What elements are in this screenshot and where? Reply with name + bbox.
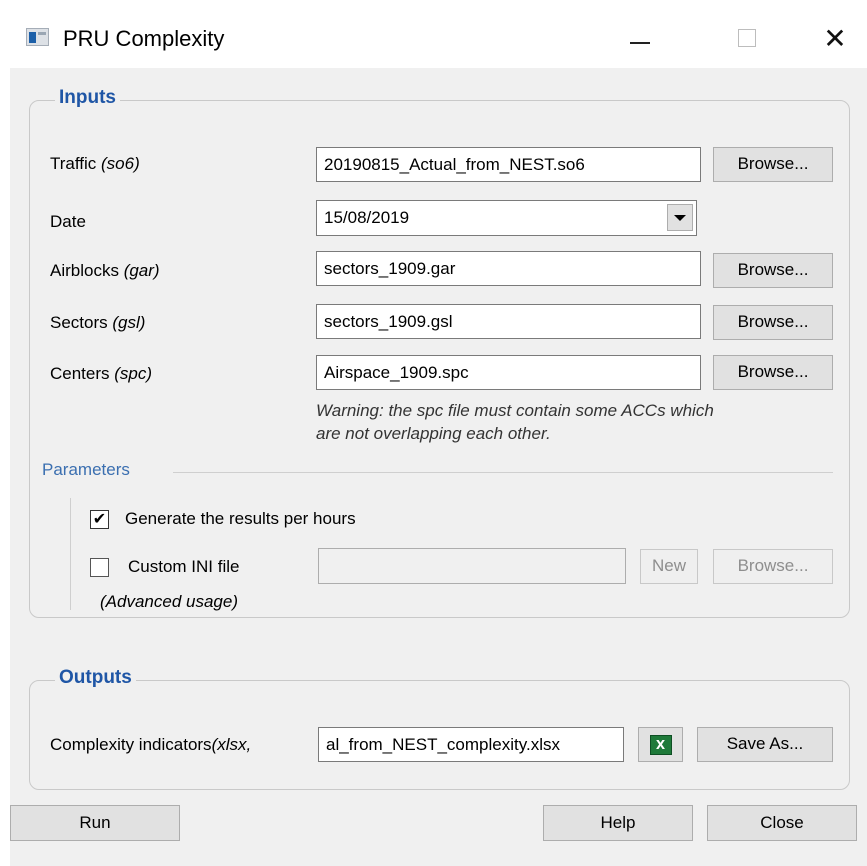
close-window-button[interactable]: ✕ bbox=[805, 14, 865, 62]
ini-browse-button[interactable]: Browse... bbox=[713, 549, 833, 584]
save-as-button[interactable]: Save As... bbox=[697, 727, 833, 762]
close-icon: ✕ bbox=[823, 22, 847, 54]
new-ini-button[interactable]: New bbox=[640, 549, 698, 584]
maximize-icon bbox=[738, 29, 756, 47]
inputs-legend: Inputs bbox=[55, 87, 120, 109]
airblocks-file-input[interactable]: sectors_1909.gar bbox=[316, 251, 701, 286]
date-value: 15/08/2019 bbox=[324, 208, 410, 227]
complexity-output-input[interactable]: al_from_NEST_complexity.xlsx bbox=[318, 727, 624, 762]
sectors-label: Sectors (gsl) bbox=[50, 313, 145, 333]
centers-label-text: Centers bbox=[50, 364, 115, 383]
warning-line-2: are not overlapping each other. bbox=[316, 424, 551, 443]
traffic-ext: (so6) bbox=[101, 154, 140, 173]
centers-file-input[interactable]: Airspace_1909.spc bbox=[316, 355, 701, 390]
sectors-file-input[interactable]: sectors_1909.gsl bbox=[316, 304, 701, 339]
airblocks-browse-button[interactable]: Browse... bbox=[713, 253, 833, 288]
custom-ini-input[interactable] bbox=[318, 548, 626, 584]
title-bar: PRU Complexity ✕ bbox=[0, 0, 867, 62]
airblocks-ext: (gar) bbox=[123, 261, 160, 280]
spc-warning: Warning: the spc file must contain some … bbox=[316, 399, 836, 445]
complexity-label: Complexity indicators(xlsx, bbox=[50, 735, 251, 755]
date-picker[interactable]: 15/08/2019 bbox=[316, 200, 697, 236]
outputs-legend: Outputs bbox=[55, 667, 136, 689]
custom-ini-label[interactable]: Custom INI file bbox=[128, 557, 239, 577]
minimize-icon bbox=[630, 42, 650, 44]
parameters-divider bbox=[173, 472, 833, 473]
run-button[interactable]: Run bbox=[10, 805, 180, 841]
complexity-label-text: Complexity indicators bbox=[50, 735, 212, 754]
sectors-browse-button[interactable]: Browse... bbox=[713, 305, 833, 340]
date-dropdown-button[interactable] bbox=[667, 204, 693, 231]
close-button[interactable]: Close bbox=[707, 805, 857, 841]
traffic-label: Traffic (so6) bbox=[50, 154, 140, 174]
parameters-indent-line bbox=[70, 498, 71, 610]
custom-ini-checkbox[interactable] bbox=[90, 558, 109, 577]
traffic-file-input[interactable]: 20190815_Actual_from_NEST.so6 bbox=[316, 147, 701, 182]
airblocks-label-text: Airblocks bbox=[50, 261, 124, 280]
parameters-label: Parameters bbox=[42, 460, 134, 480]
airblocks-label: Airblocks (gar) bbox=[50, 261, 160, 281]
maximize-button[interactable] bbox=[717, 14, 777, 62]
minimize-button[interactable] bbox=[610, 14, 670, 62]
traffic-label-text: Traffic bbox=[50, 154, 102, 173]
centers-ext: (spc) bbox=[114, 364, 153, 383]
window-title: PRU Complexity bbox=[63, 26, 225, 51]
per-hours-label[interactable]: Generate the results per hours bbox=[125, 509, 356, 529]
per-hours-checkbox[interactable]: ✔ bbox=[90, 510, 109, 529]
chevron-down-icon bbox=[674, 214, 686, 221]
checkmark-icon: ✔ bbox=[92, 510, 107, 528]
dialog-body: Inputs Traffic (so6) 20190815_Actual_fro… bbox=[10, 68, 867, 866]
complexity-ext: (xlsx, bbox=[211, 735, 252, 754]
help-button[interactable]: Help bbox=[543, 805, 693, 841]
centers-browse-button[interactable]: Browse... bbox=[713, 355, 833, 390]
warning-line-1: Warning: the spc file must contain some … bbox=[316, 401, 714, 420]
excel-icon: X bbox=[649, 734, 672, 755]
advanced-usage-note: (Advanced usage) bbox=[100, 592, 238, 611]
date-label: Date bbox=[50, 212, 86, 231]
open-excel-button[interactable]: X bbox=[638, 727, 683, 762]
app-icon bbox=[26, 28, 49, 46]
sectors-ext: (gsl) bbox=[112, 313, 146, 332]
traffic-browse-button[interactable]: Browse... bbox=[713, 147, 833, 182]
centers-label: Centers (spc) bbox=[50, 364, 152, 384]
sectors-label-text: Sectors bbox=[50, 313, 113, 332]
